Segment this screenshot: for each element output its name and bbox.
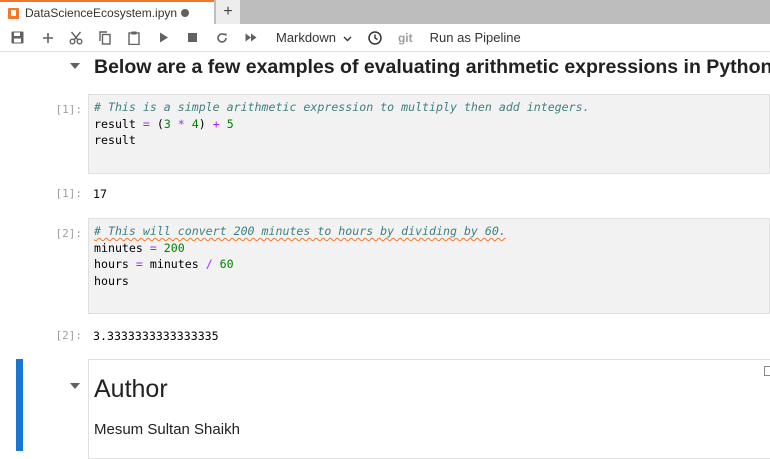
run-icon[interactable]	[149, 24, 178, 52]
code-comment: # This will convert 200 minutes to hours…	[94, 224, 506, 238]
cell-output: 3.3333333333333335	[93, 329, 219, 343]
code-token: 200	[156, 240, 185, 255]
code-token: =	[149, 240, 157, 255]
code-comment: # This is a simple arithmetic expression…	[94, 100, 590, 114]
code-token: minutes	[142, 257, 206, 271]
unsaved-indicator-icon[interactable]	[181, 9, 190, 17]
notebook-toolbar: Markdown git Run as Pipeline	[0, 24, 770, 52]
git-button[interactable]: git	[398, 31, 413, 45]
code-token: 4	[191, 116, 199, 131]
cell-type-value: Markdown	[276, 30, 336, 45]
fast-forward-icon[interactable]	[237, 24, 264, 52]
copy-icon[interactable]	[91, 24, 119, 52]
output-prompt: [1]:	[55, 187, 83, 200]
input-prompt: [1]:	[55, 103, 83, 116]
author-heading: Author	[94, 375, 168, 403]
markdown-cell[interactable]	[88, 359, 770, 459]
code-content: # This is a simple arithmetic expression…	[89, 95, 769, 149]
markdown-heading: Below are a few examples of evaluating a…	[94, 56, 770, 78]
cell-type-dropdown[interactable]: Markdown	[276, 30, 352, 45]
run-as-pipeline-button[interactable]: Run as Pipeline	[430, 30, 521, 45]
notebook-panel: Below are a few examples of evaluating a…	[0, 53, 770, 459]
code-token: *	[170, 116, 192, 131]
code-token: 3	[163, 116, 171, 131]
code-content: # This will convert 200 minutes to hours…	[89, 219, 769, 289]
code-token: =	[135, 257, 143, 271]
paste-icon[interactable]	[119, 24, 149, 52]
notebook-tab[interactable]: DataScienceEcosystem.ipyn	[0, 0, 214, 24]
cell-toolbar-icon[interactable]	[764, 366, 770, 376]
code-token: =	[142, 116, 150, 131]
code-token: (	[149, 116, 164, 131]
code-token: minutes	[94, 240, 150, 255]
code-token: result	[94, 116, 143, 131]
save-icon[interactable]	[0, 24, 35, 52]
add-cell-icon[interactable]	[35, 24, 60, 52]
cell-output: 17	[93, 187, 107, 201]
code-token: /	[205, 257, 213, 271]
code-token: hours	[94, 273, 129, 288]
stop-icon[interactable]	[178, 24, 207, 52]
input-prompt: [2]:	[55, 227, 83, 240]
collapse-cell-icon[interactable]	[70, 383, 80, 389]
clock-icon[interactable]	[364, 24, 386, 52]
notebook-icon	[8, 7, 19, 19]
tab-title: DataScienceEcosystem.ipyn	[25, 6, 178, 20]
code-token: 60	[212, 257, 234, 271]
code-token: )	[198, 116, 206, 131]
code-token: hours	[94, 257, 136, 271]
author-name: Mesum Sultan Shaikh	[94, 421, 240, 438]
code-cell-editor[interactable]: # This is a simple arithmetic expression…	[88, 94, 770, 174]
collapse-cell-icon[interactable]	[70, 63, 80, 69]
code-token: 5	[226, 116, 234, 131]
restart-icon[interactable]	[207, 24, 237, 52]
output-prompt: [2]:	[55, 329, 83, 342]
active-cell-indicator	[16, 359, 23, 451]
tab-bar: DataScienceEcosystem.ipyn +	[0, 0, 770, 24]
new-tab-button[interactable]: +	[216, 0, 240, 24]
code-cell-editor[interactable]: # This will convert 200 minutes to hours…	[88, 218, 770, 314]
cut-icon[interactable]	[60, 24, 91, 52]
code-token: +	[205, 116, 227, 131]
chevron-down-icon	[343, 30, 352, 45]
code-token: result	[94, 133, 136, 147]
